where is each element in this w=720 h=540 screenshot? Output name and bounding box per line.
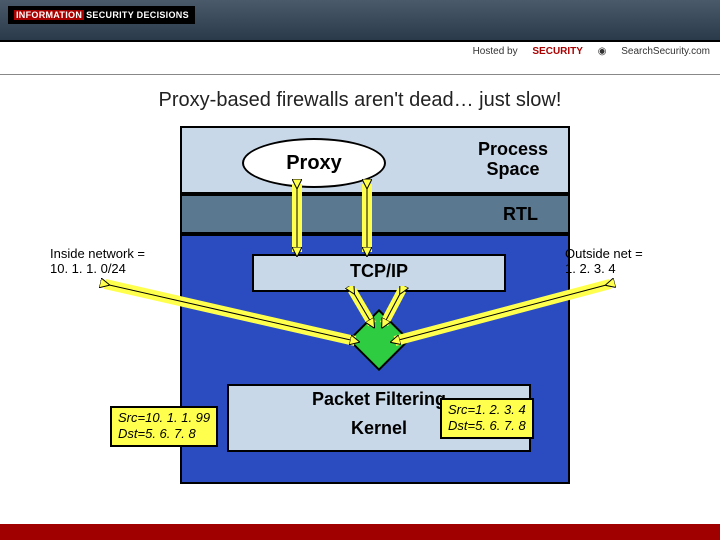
inside-net-value: 10. 1. 1. 0/24 xyxy=(50,261,126,276)
sponsor-searchsecurity-text: SearchSecurity.com xyxy=(621,46,710,57)
outside-network-label: Outside net = 1. 2. 3. 4 xyxy=(565,246,680,276)
top-banner: INFORMATIONSECURITY DECISIONS xyxy=(0,0,720,42)
diagram-stage: Proxy Process Space RTL TCP/IP Packet Fi… xyxy=(50,126,670,506)
inside-network-label: Inside network = 10. 1. 1. 0/24 xyxy=(50,246,165,276)
sponsor-security: SECURITY xyxy=(532,46,583,57)
packet-tag-left: Src=10. 1. 1. 99 Dst=5. 6. 7. 8 xyxy=(110,406,218,447)
outside-net-value: 1. 2. 3. 4 xyxy=(565,261,616,276)
logo-prefix: INFORMATION xyxy=(14,10,84,20)
logo-main: SECURITY DECISIONS xyxy=(86,10,189,20)
brand-logo: INFORMATIONSECURITY DECISIONS xyxy=(8,6,195,24)
inside-label-text: Inside network = xyxy=(50,246,145,261)
hosted-by-label: Hosted by xyxy=(473,46,518,57)
footer-bar xyxy=(0,524,720,540)
arrows-proxy-tcp xyxy=(182,166,572,266)
host-bar: Hosted by SECURITY ◉ SearchSecurity.com xyxy=(0,42,720,75)
packet-tag-right: Src=1. 2. 3. 4 Dst=5. 6. 7. 8 xyxy=(440,398,534,439)
tag-left-dst: Dst=5. 6. 7. 8 xyxy=(118,426,210,442)
arrows-tcp-diamond xyxy=(182,286,572,346)
sponsor-searchsecurity: ◉ SearchSecurity.com xyxy=(598,46,710,57)
tag-left-src: Src=10. 1. 1. 99 xyxy=(118,410,210,426)
slide-title: Proxy-based firewalls aren't dead… just … xyxy=(0,89,720,112)
tag-right-src: Src=1. 2. 3. 4 xyxy=(448,402,526,418)
outside-label-text: Outside net = xyxy=(565,246,643,261)
kernel-box: TCP/IP Packet Filtering Kernel xyxy=(180,234,570,484)
tag-right-dst: Dst=5. 6. 7. 8 xyxy=(448,418,526,434)
